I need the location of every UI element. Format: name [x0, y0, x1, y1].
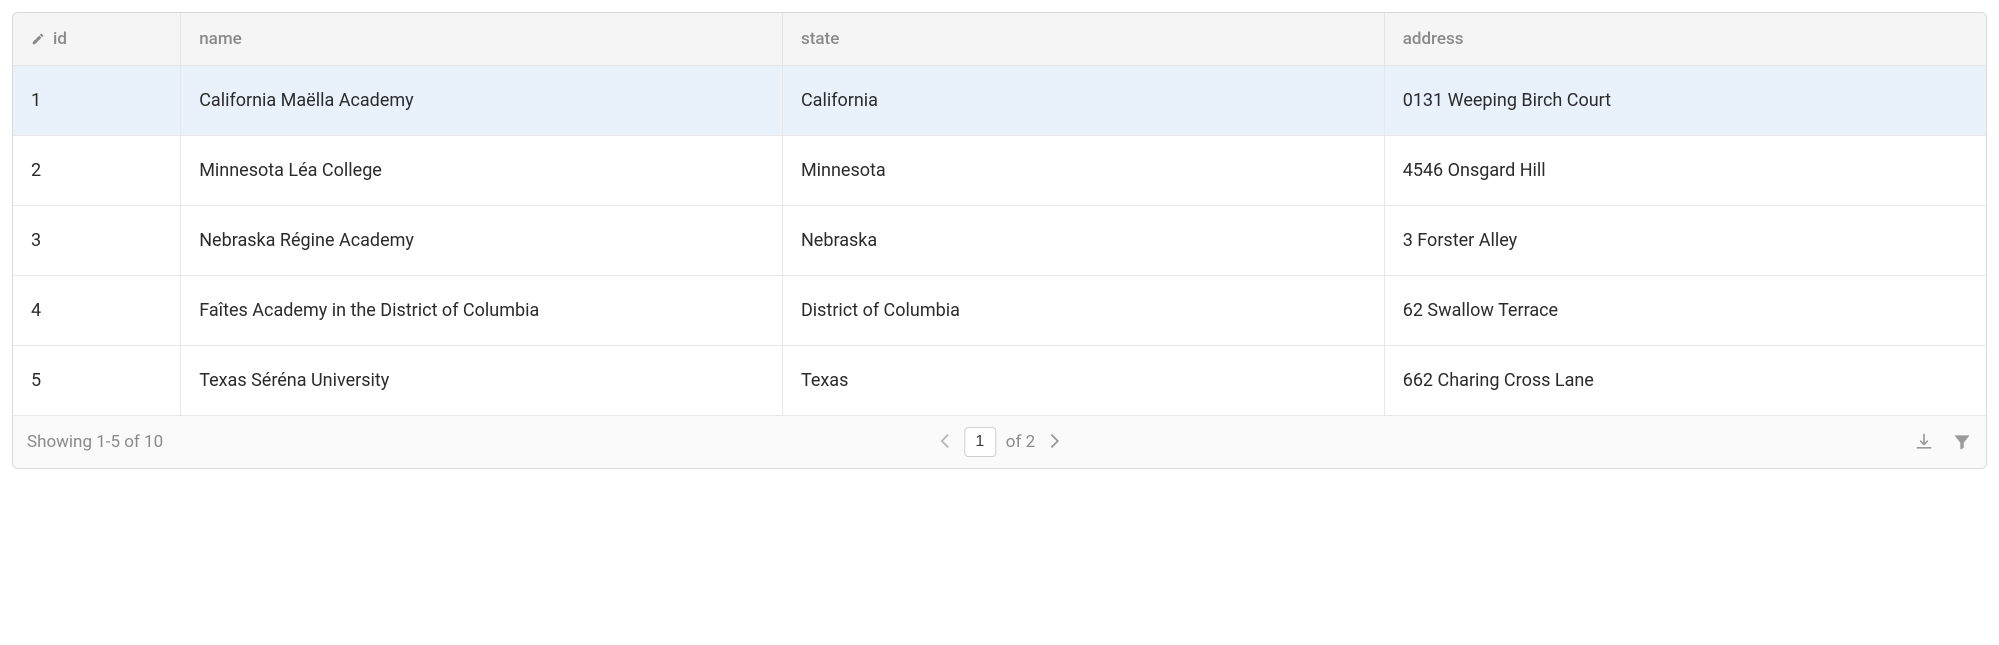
cell-address: 662 Charing Cross Lane — [1384, 346, 1986, 416]
cell-name: California Maëlla Academy — [181, 66, 783, 136]
cell-state: Nebraska — [782, 206, 1384, 276]
cell-state: California — [782, 66, 1384, 136]
prev-page-button[interactable] — [936, 433, 954, 452]
cell-state: District of Columbia — [782, 276, 1384, 346]
filter-icon — [1952, 432, 1972, 452]
column-header-name-label: name — [199, 29, 242, 49]
cell-id: 2 — [13, 136, 181, 206]
column-header-state-label: state — [801, 29, 839, 49]
data-table: id name state address 1California Maëlla… — [13, 13, 1986, 416]
table-row[interactable]: 3Nebraska Régine AcademyNebraska3 Forste… — [13, 206, 1986, 276]
page-number-input[interactable] — [964, 427, 996, 457]
cell-address: 62 Swallow Terrace — [1384, 276, 1986, 346]
table-row[interactable]: 2Minnesota Léa CollegeMinnesota4546 Onsg… — [13, 136, 1986, 206]
cell-name: Minnesota Léa College — [181, 136, 783, 206]
cell-state: Minnesota — [782, 136, 1384, 206]
table-footer: Showing 1-5 of 10 of 2 — [13, 416, 1986, 468]
cell-name: Texas Séréna University — [181, 346, 783, 416]
table-row[interactable]: 4Faîtes Academy in the District of Colum… — [13, 276, 1986, 346]
download-button[interactable] — [1914, 432, 1934, 452]
pagination: of 2 — [936, 427, 1063, 457]
column-header-address-label: address — [1403, 29, 1464, 49]
column-header-state[interactable]: state — [782, 13, 1384, 66]
cell-id: 5 — [13, 346, 181, 416]
column-header-name[interactable]: name — [181, 13, 783, 66]
table-row[interactable]: 1California Maëlla AcademyCalifornia0131… — [13, 66, 1986, 136]
chevron-right-icon — [1049, 434, 1059, 448]
data-table-container: id name state address 1California Maëlla… — [12, 12, 1987, 469]
filter-button[interactable] — [1952, 432, 1972, 452]
cell-state: Texas — [782, 346, 1384, 416]
column-header-address[interactable]: address — [1384, 13, 1986, 66]
chevron-left-icon — [940, 434, 950, 448]
download-icon — [1914, 432, 1934, 452]
cell-name: Faîtes Academy in the District of Columb… — [181, 276, 783, 346]
cell-address: 4546 Onsgard Hill — [1384, 136, 1986, 206]
cell-address: 3 Forster Alley — [1384, 206, 1986, 276]
cell-id: 3 — [13, 206, 181, 276]
column-header-id[interactable]: id — [13, 13, 181, 66]
cell-id: 4 — [13, 276, 181, 346]
table-row[interactable]: 5Texas Séréna UniversityTexas662 Charing… — [13, 346, 1986, 416]
page-of-text: of 2 — [1006, 432, 1035, 452]
edit-icon — [31, 32, 45, 46]
cell-address: 0131 Weeping Birch Court — [1384, 66, 1986, 136]
column-header-id-label: id — [53, 29, 67, 49]
showing-text: Showing 1-5 of 10 — [27, 432, 163, 452]
next-page-button[interactable] — [1045, 433, 1063, 452]
cell-name: Nebraska Régine Academy — [181, 206, 783, 276]
cell-id: 1 — [13, 66, 181, 136]
